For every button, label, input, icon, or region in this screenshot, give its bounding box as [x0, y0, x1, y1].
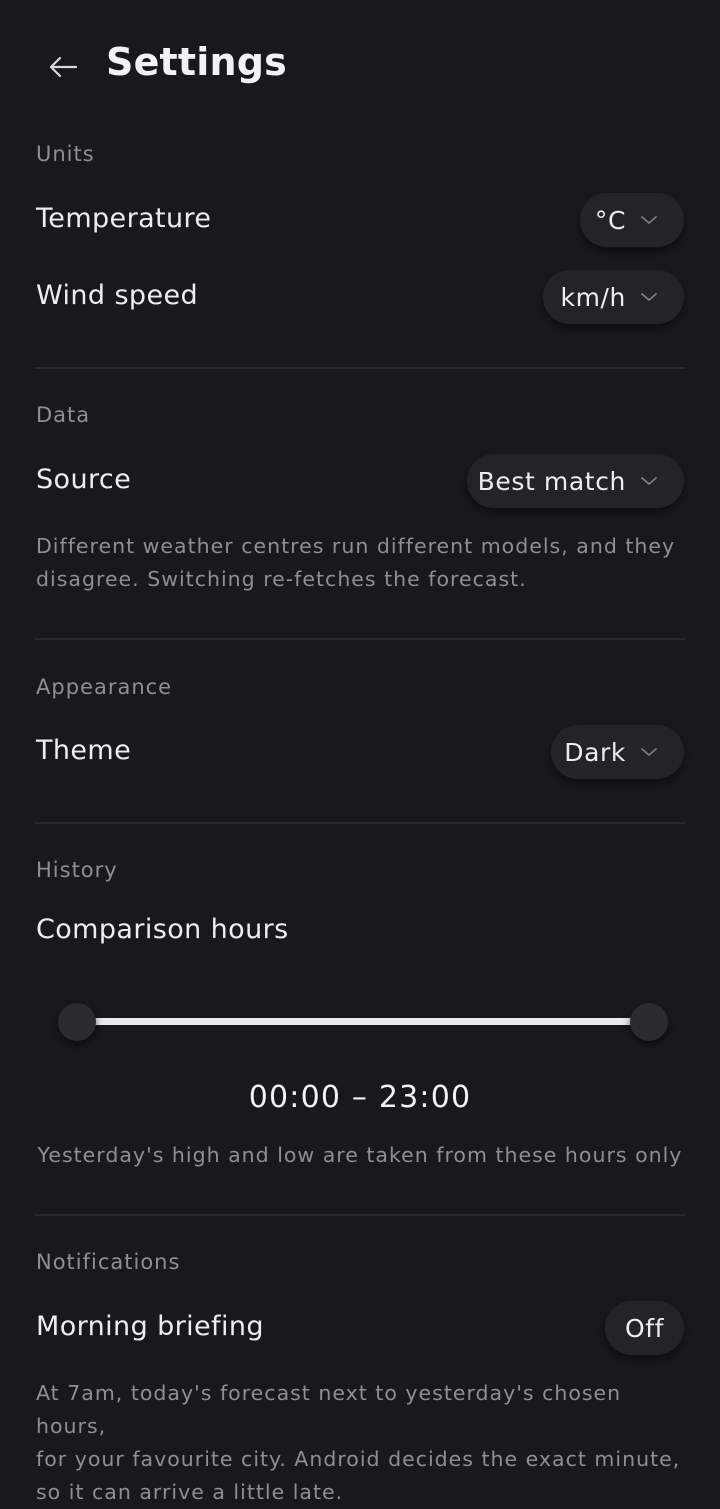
slider-thumb-start[interactable] [58, 1003, 96, 1041]
morning-briefing-description-line: so it can arrive a little late. [36, 1480, 344, 1504]
temperature-unit-dropdown[interactable]: °C [580, 193, 684, 247]
chevron-down-icon [640, 214, 658, 226]
morning-briefing-description-line: At 7am, today's forecast next to yesterd… [36, 1381, 622, 1438]
back-button[interactable] [44, 48, 82, 86]
source-description-line: disagree. Switching re-fetches the forec… [36, 567, 527, 591]
slider-track [76, 1018, 650, 1025]
theme-dropdown[interactable]: Dark [551, 725, 684, 779]
section-header-data: Data [36, 403, 91, 427]
temperature-unit-value: °C [594, 205, 626, 235]
theme-value: Dark [564, 737, 626, 767]
source-dropdown[interactable]: Best match [467, 454, 684, 508]
section-header-units: Units [36, 142, 95, 166]
temperature-label: Temperature [36, 203, 212, 234]
source-label: Source [36, 464, 132, 495]
section-header-history: History [36, 858, 118, 882]
page-title: Settings [106, 40, 287, 84]
morning-briefing-label: Morning briefing [36, 1311, 264, 1342]
comparison-hours-label: Comparison hours [36, 914, 289, 945]
chevron-down-icon [640, 746, 658, 758]
morning-briefing-description: At 7am, today's forecast next to yesterd… [36, 1377, 686, 1509]
morning-briefing-toggle[interactable]: Off [605, 1301, 684, 1355]
chevron-down-icon [640, 475, 658, 487]
section-header-appearance: Appearance [36, 675, 173, 699]
wind-speed-unit-dropdown[interactable]: km/h [543, 270, 684, 324]
chevron-down-icon [640, 291, 658, 303]
app-bar: Settings [0, 0, 720, 130]
section-header-notifications: Notifications [36, 1250, 181, 1274]
wind-speed-unit-value: km/h [560, 282, 626, 312]
source-description: Different weather centres run different … [36, 530, 686, 596]
morning-briefing-description-line: for your favourite city. Android decides… [36, 1447, 681, 1471]
comparison-hours-range-slider[interactable] [56, 1000, 670, 1044]
divider [35, 1214, 685, 1216]
source-description-line: Different weather centres run different … [36, 534, 676, 558]
comparison-range-value: 00:00 – 23:00 [248, 1080, 472, 1115]
arrow-left-icon [49, 56, 78, 78]
divider [35, 367, 685, 369]
divider [35, 638, 685, 640]
theme-label: Theme [36, 735, 132, 766]
comparison-caption: Yesterday's high and low are taken from … [37, 1143, 683, 1167]
divider [35, 822, 685, 824]
wind-speed-label: Wind speed [36, 280, 199, 311]
slider-thumb-end[interactable] [630, 1003, 668, 1041]
source-value: Best match [477, 466, 626, 496]
